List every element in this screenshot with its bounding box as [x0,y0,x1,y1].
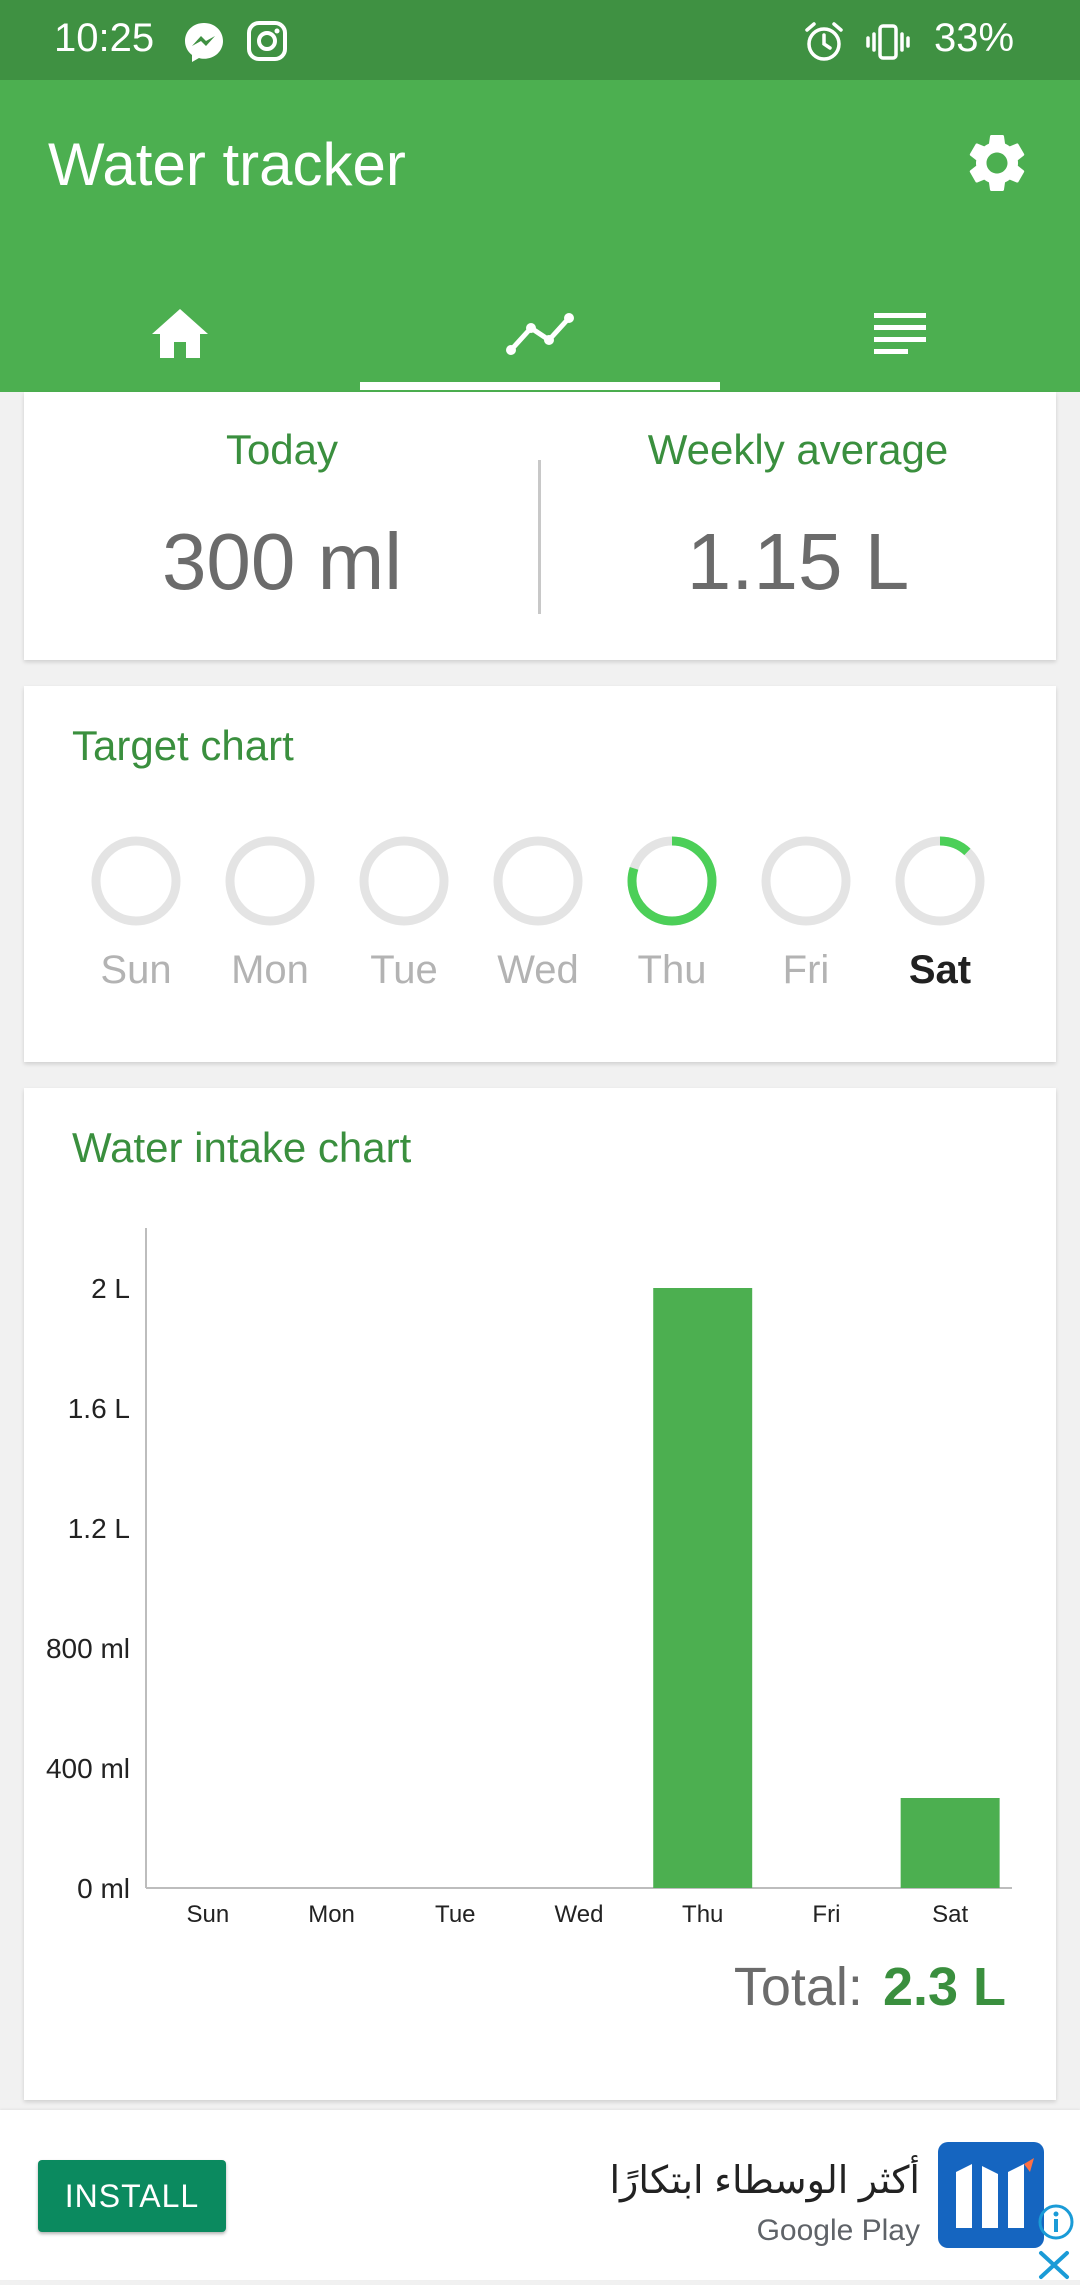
x-tick-label: Mon [308,1901,355,1928]
target-ring-track [761,836,851,926]
target-day-label: Mon [231,948,309,992]
water-intake-chart-card: Water intake chart 0 ml 400 ml 800 ml 1.2 L… [24,1088,1056,2100]
target-day-thu: Thu [605,834,739,1044]
target-day-label: Sun [100,948,172,992]
y-tick-label: 1.6 L [68,1393,130,1424]
y-tick-label: 2 L [91,1273,130,1304]
today-label: Today [225,426,339,473]
y-tick-label: 800 ml [46,1633,130,1664]
weekly-average-value: 1.15 L [686,517,910,606]
target-ring [627,836,717,926]
messenger-icon [182,20,226,69]
target-ring-track [493,836,583,926]
x-tick-label: Tue [435,1901,475,1928]
vibrate-icon [866,20,910,69]
total-label: Total: [733,1957,863,2017]
target-day-tue: Tue [337,834,471,1044]
ad-store-name: Google Play [756,2214,920,2247]
broker-logo-icon[interactable] [938,2142,1044,2248]
settings-button[interactable] [962,128,1032,198]
y-tick-label: 400 ml [46,1753,130,1784]
weekly-average-label: Weekly average [647,426,949,473]
x-tick-label: Sat [932,1901,968,1928]
total-row: Total: 2.3 L [734,1956,1006,2018]
target-ring-track [895,836,985,926]
today-value: 300 ml [161,517,403,606]
x-tick-label: Fri [812,1901,840,1928]
water-intake-bar-chart: 0 ml 400 ml 800 ml 1.2 L 1.6 L 2 L Sun Mon Tue We… [46,1228,1012,1928]
target-day-label: Wed [497,948,579,992]
tab-log[interactable] [720,276,1080,392]
gear-icon [969,134,1025,191]
instagram-icon [246,20,288,67]
target-ring-track [91,836,181,926]
target-ring [895,836,985,926]
target-ring [91,836,181,926]
target-ring [225,836,315,926]
target-chart-card: Target chart Sun Mon Tue Wed Thu Fri Sat [24,686,1056,1062]
target-day-label: Thu [637,948,707,992]
target-day-label: Fri [782,948,830,992]
target-day-wed: Wed [471,834,605,1044]
status-time: 10:25 [54,16,155,60]
tab-stats[interactable] [360,276,720,392]
x-tick-label: Sun [187,1901,230,1928]
total-value: 2.3 L [882,1957,1006,2017]
bar-sat [900,1798,1000,1888]
today-summary: Today 300 ml [24,392,540,660]
target-ring [761,836,851,926]
ad-banner: INSTALL أكثر الوسطاء ابتكارًا Google Pla… [0,2110,1080,2280]
ad-headline[interactable]: أكثر الوسطاء ابتكارًا [610,2158,921,2203]
status-bar: 10:25 33% [0,0,1080,80]
target-ring-track [225,836,315,926]
y-tick-label: 1.2 L [68,1513,130,1544]
target-day-label: Sat [908,948,972,992]
battery-level: 33% [934,16,1015,60]
target-ring-track [359,836,449,926]
summary-card: Today 300 ml Weekly average 1.15 L [24,392,1056,660]
install-button[interactable]: INSTALL [38,2160,226,2232]
alarm-icon [802,20,846,69]
target-day-fri: Fri [739,834,873,1044]
list-lines-icon [874,313,926,354]
target-day-sat: Sat [873,834,1007,1044]
active-tab-indicator [360,382,720,390]
app-title: Water tracker [48,131,406,198]
target-chart-title: Target chart [72,722,294,769]
target-day-sun: Sun [69,834,203,1044]
x-tick-label: Thu [682,1901,723,1928]
target-ring [359,836,449,926]
info-icon[interactable] [1036,2202,1076,2247]
target-ring [493,836,583,926]
bar-thu [653,1288,753,1888]
trend-line-icon [506,313,574,355]
water-intake-chart-title: Water intake chart [72,1124,412,1171]
weekly-summary: Weekly average 1.15 L [540,392,1056,660]
app-bar: Water tracker [0,80,1080,392]
x-tick-label: Wed [555,1901,604,1928]
tab-home[interactable] [0,276,360,392]
target-day-label: Tue [370,948,438,992]
target-day-mon: Mon [203,834,337,1044]
y-tick-label: 0 ml [77,1873,130,1904]
home-icon [152,309,208,358]
